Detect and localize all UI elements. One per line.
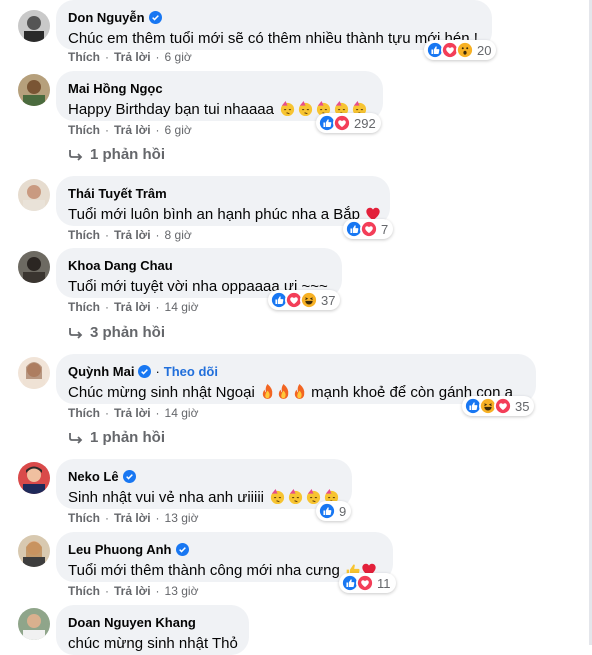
- avatar[interactable]: [18, 74, 50, 106]
- verified-badge-icon: [148, 10, 162, 24]
- reaction-count: 37: [321, 292, 336, 308]
- reply-link[interactable]: Trả lời: [114, 406, 151, 420]
- reaction-count: 35: [515, 398, 530, 414]
- like-link[interactable]: Thích: [68, 300, 100, 314]
- verified-badge-icon: [138, 364, 152, 378]
- comment-text: chúc mừng sinh nhật Thỏ: [68, 635, 238, 652]
- reply-arrow-icon: [69, 432, 83, 444]
- haha-reaction-icon: [300, 291, 318, 309]
- reaction-count: 7: [381, 221, 389, 237]
- reaction-summary[interactable]: 35: [462, 396, 535, 416]
- comment-text: Sinh nhật vui vẻ nha anh ưiiiii: [68, 488, 340, 508]
- timestamp[interactable]: 8 giờ: [165, 228, 192, 242]
- reply-link[interactable]: Trả lời: [114, 123, 151, 137]
- wow-reaction-icon: [456, 41, 474, 59]
- comment-actions: Thích · Trả lời · 6 giờ: [68, 123, 192, 137]
- timestamp[interactable]: 6 giờ: [165, 123, 192, 137]
- comment-text: Tuổi mới luôn bình an hạnh phúc nha a Bắ…: [68, 205, 380, 225]
- reply-arrow-icon: [69, 327, 83, 339]
- avatar[interactable]: [18, 462, 50, 494]
- avatar[interactable]: [18, 357, 50, 389]
- emoji-group: [259, 384, 307, 401]
- timestamp[interactable]: 13 giờ: [165, 511, 199, 525]
- commenter-name[interactable]: Mai Hồng Ngọc: [68, 81, 163, 96]
- reaction-summary[interactable]: 9: [316, 501, 352, 521]
- like-link[interactable]: Thích: [68, 584, 100, 598]
- comment-actions: Thích · Trả lời · 13 giờ: [68, 584, 199, 598]
- reaction-summary[interactable]: 7: [343, 219, 394, 239]
- comment-actions: Thích · Trả lời · 14 giờ: [68, 406, 199, 420]
- verified-badge-icon: [122, 469, 136, 483]
- timestamp[interactable]: 14 giờ: [165, 406, 199, 420]
- follow-button[interactable]: Theo dõi: [164, 364, 218, 379]
- comment-actions: Thích · Trả lời · 8 giờ: [68, 228, 192, 242]
- avatar[interactable]: [18, 535, 50, 567]
- verified-badge-icon: [175, 542, 189, 556]
- comment-actions: Thích · Trả lời · 14 giờ: [68, 300, 199, 314]
- reaction-summary[interactable]: 20: [424, 40, 497, 60]
- reaction-summary[interactable]: 37: [268, 290, 341, 310]
- reply-link[interactable]: Trả lời: [114, 228, 151, 242]
- timestamp[interactable]: 6 giờ: [165, 50, 192, 64]
- reaction-summary[interactable]: 292: [316, 113, 381, 133]
- love-reaction-icon: [360, 220, 378, 238]
- commenter-name[interactable]: Quỳnh Mai: [68, 364, 134, 379]
- comment-bubble: Doan Nguyen Khang chúc mừng sinh nhật Th…: [56, 605, 249, 655]
- party-face-emoji: [271, 488, 285, 505]
- love-reaction-icon: [494, 397, 512, 415]
- reply-link[interactable]: Trả lời: [114, 300, 151, 314]
- comment-bubble: Neko Lê Sinh nhật vui vẻ nha anh ưiiiii: [56, 459, 352, 509]
- party-face-emoji: [289, 488, 303, 505]
- reaction-count: 20: [477, 42, 492, 58]
- comment-bubble: Quỳnh Mai · Theo dõi Chúc mừng sinh nhật…: [56, 354, 536, 404]
- love-reaction-icon: [333, 114, 351, 132]
- commenter-name[interactable]: Thái Tuyết Trâm: [68, 186, 167, 201]
- reaction-summary[interactable]: 11: [339, 573, 396, 593]
- timestamp[interactable]: 14 giờ: [165, 300, 199, 314]
- comment-bubble: Thái Tuyết Trâm Tuổi mới luôn bình an hạ…: [56, 176, 390, 226]
- reaction-count: 9: [339, 503, 347, 519]
- reaction-count: 11: [377, 575, 391, 591]
- view-replies-link[interactable]: 1 phản hồi: [68, 429, 165, 446]
- party-face-emoji: [281, 100, 295, 117]
- reply-link[interactable]: Trả lời: [114, 511, 151, 525]
- comment-actions: Thích · Trả lời · 13 giờ: [68, 511, 199, 525]
- like-link[interactable]: Thích: [68, 406, 100, 420]
- fire-emoji: [294, 384, 305, 399]
- love-reaction-icon: [356, 574, 374, 592]
- like-link[interactable]: Thích: [68, 228, 100, 242]
- avatar[interactable]: [18, 179, 50, 211]
- commenter-name[interactable]: Khoa Dang Chau: [68, 258, 173, 273]
- like-link[interactable]: Thích: [68, 50, 100, 64]
- commenter-name[interactable]: Leu Phuong Anh: [68, 542, 172, 557]
- commenter-name[interactable]: Doan Nguyen Khang: [68, 615, 196, 630]
- party-face-emoji: [299, 100, 313, 117]
- fire-emoji: [262, 384, 273, 399]
- timestamp[interactable]: 13 giờ: [165, 584, 199, 598]
- like-link[interactable]: Thích: [68, 123, 100, 137]
- like-reaction-icon: [318, 502, 336, 520]
- like-link[interactable]: Thích: [68, 511, 100, 525]
- reply-link[interactable]: Trả lời: [114, 584, 151, 598]
- commenter-name[interactable]: Don Nguyễn: [68, 10, 145, 25]
- view-replies-link[interactable]: 1 phản hồi: [68, 146, 165, 163]
- reaction-count: 292: [354, 115, 376, 131]
- comment-text: Tuổi mới thêm thành công mới nha cưng: [68, 561, 381, 581]
- commenter-name[interactable]: Neko Lê: [68, 469, 119, 484]
- avatar[interactable]: [18, 10, 50, 42]
- comment-text: Chúc mừng sinh nhật Ngoại mạnh khoẻ để c…: [68, 384, 513, 401]
- comment-text: Chúc em thêm tuổi mới sẽ có thêm nhiều t…: [68, 30, 478, 47]
- avatar[interactable]: [18, 608, 50, 640]
- avatar[interactable]: [18, 251, 50, 283]
- view-replies-link[interactable]: 3 phản hồi: [68, 324, 165, 341]
- fire-emoji: [278, 384, 289, 399]
- reply-link[interactable]: Trả lời: [114, 50, 151, 64]
- comment-actions: Thích · Trả lời · 6 giờ: [68, 50, 192, 64]
- reply-arrow-icon: [69, 149, 83, 161]
